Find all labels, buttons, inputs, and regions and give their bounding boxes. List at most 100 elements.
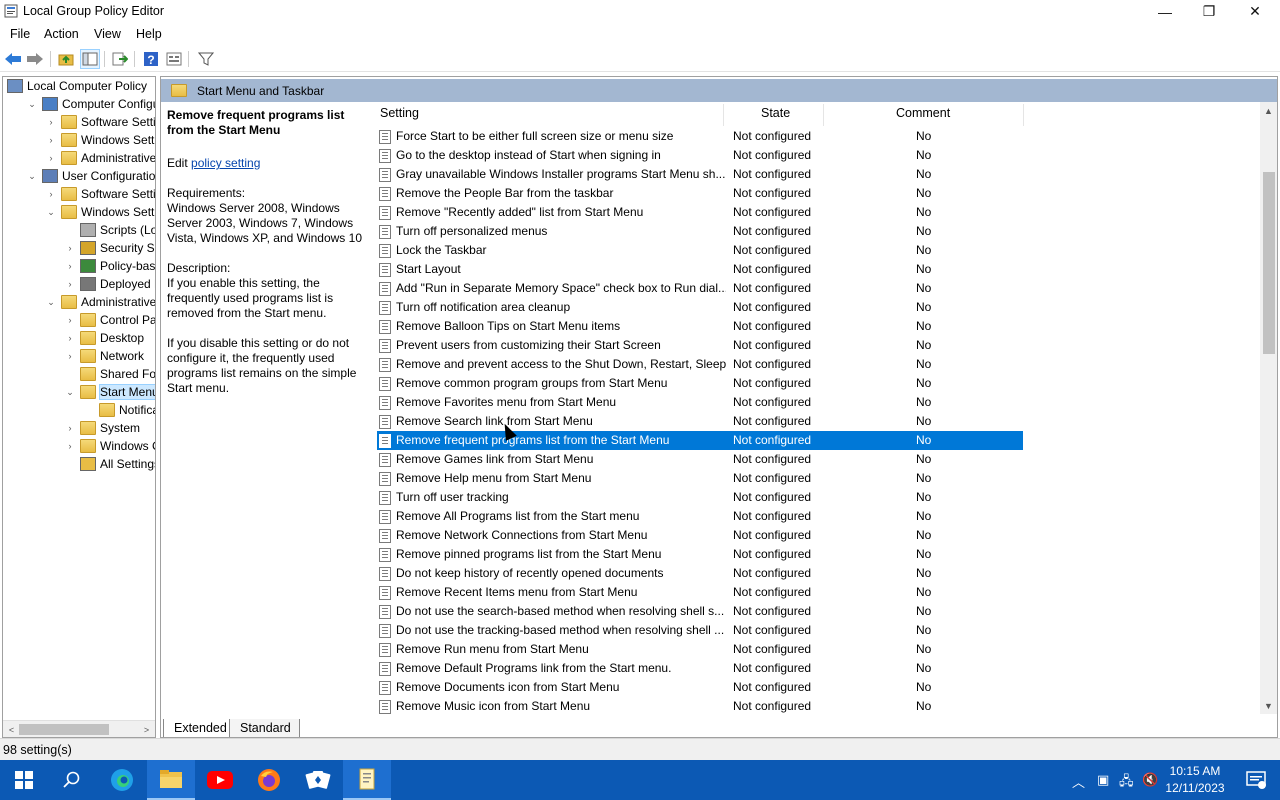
tree-item[interactable]: All Settings (64, 455, 155, 473)
up-folder-icon[interactable] (56, 49, 76, 69)
setting-row[interactable]: Remove Run menu from Start Menu Not confi… (377, 640, 1023, 659)
setting-row[interactable]: Remove Music icon from Start Menu Not con… (377, 697, 1023, 714)
menu-action[interactable]: Action (44, 27, 79, 41)
search-button[interactable] (48, 760, 96, 800)
setting-row[interactable]: Remove Documents icon from Start Menu Not… (377, 678, 1023, 697)
tree-item[interactable]: ⌄ Administrative Te (45, 293, 155, 311)
setting-row[interactable]: Turn off notification area cleanup Not co… (377, 298, 1023, 317)
firefox-taskbar-button[interactable] (245, 760, 293, 800)
expand-arrow-icon[interactable]: › (64, 242, 76, 254)
setting-row[interactable]: Remove common program groups from Start … (377, 374, 1023, 393)
start-button[interactable] (0, 760, 48, 800)
collapse-arrow-icon[interactable]: ⌄ (64, 386, 76, 398)
scroll-left-icon[interactable]: < (3, 721, 20, 737)
tree-item[interactable]: › Desktop (64, 329, 144, 347)
volume-muted-icon[interactable]: 🔇 (1142, 772, 1158, 788)
tree-item[interactable]: › Software Settings (45, 113, 155, 131)
tab-extended[interactable]: Extended (163, 719, 236, 737)
setting-row[interactable]: Remove the People Bar from the taskbar No… (377, 184, 1023, 203)
tree-item[interactable]: › Network (64, 347, 144, 365)
collapse-arrow-icon[interactable]: ⌄ (45, 206, 57, 218)
tree-item[interactable]: ⌄ Windows Setting (45, 203, 155, 221)
back-arrow-icon[interactable] (3, 49, 23, 69)
setting-row[interactable]: Remove frequent programs list from the S… (377, 431, 1023, 450)
tree-scroll-thumb[interactable] (19, 724, 109, 735)
tree-horizontal-scrollbar[interactable]: < > (3, 720, 155, 737)
setting-row[interactable]: Remove All Programs list from the Start … (377, 507, 1023, 526)
setting-row[interactable]: Remove and prevent access to the Shut Do… (377, 355, 1023, 374)
setting-row[interactable]: Go to the desktop instead of Start when … (377, 146, 1023, 165)
column-comment[interactable]: Comment (896, 106, 950, 120)
expand-arrow-icon[interactable]: › (45, 188, 57, 200)
setting-row[interactable]: Remove pinned programs list from the Sta… (377, 545, 1023, 564)
list-scroll-thumb[interactable] (1263, 172, 1275, 354)
tree-item[interactable]: ⌄ User Configuration (26, 167, 155, 185)
collapse-arrow-icon[interactable]: ⌄ (26, 170, 38, 182)
expand-arrow-icon[interactable]: › (45, 134, 57, 146)
list-vertical-scrollbar[interactable]: ▲ ▼ (1260, 102, 1277, 714)
policy-editor-taskbar-button[interactable] (343, 760, 391, 800)
expand-arrow-icon[interactable]: › (64, 314, 76, 326)
solitaire-taskbar-button[interactable] (294, 760, 342, 800)
scroll-up-icon[interactable]: ▲ (1260, 102, 1277, 119)
column-state[interactable]: State (761, 106, 790, 120)
device-icon[interactable]: ▣ (1097, 772, 1109, 788)
tree-item[interactable]: Local Computer Policy (7, 77, 147, 95)
tree-item[interactable]: › System (64, 419, 140, 437)
edge-taskbar-button[interactable] (98, 760, 146, 800)
close-button[interactable]: ✕ (1232, 0, 1278, 23)
tree-item[interactable]: › Policy-based (64, 257, 155, 275)
setting-row[interactable]: Remove Games link from Start Menu Not con… (377, 450, 1023, 469)
setting-row[interactable]: Remove Search link from Start Menu Not co… (377, 412, 1023, 431)
expand-arrow-icon[interactable]: › (64, 278, 76, 290)
setting-row[interactable]: Gray unavailable Windows Installer progr… (377, 165, 1023, 184)
filter-icon[interactable] (196, 49, 216, 69)
tree-item[interactable]: Scripts (Logon (64, 221, 155, 239)
restore-button[interactable]: ❐ (1186, 0, 1232, 23)
expand-arrow-icon[interactable]: › (45, 152, 57, 164)
action-center-button[interactable] (1232, 760, 1280, 800)
export-list-icon[interactable] (110, 49, 130, 69)
setting-row[interactable]: Remove Network Connections from Start Me… (377, 526, 1023, 545)
expand-arrow-icon[interactable]: › (64, 332, 76, 344)
menu-file[interactable]: File (10, 27, 30, 41)
tree-item[interactable]: › Deployed Prin (64, 275, 155, 293)
properties-icon[interactable] (164, 49, 184, 69)
tree-item[interactable]: Shared Folder (64, 365, 155, 383)
expand-arrow-icon[interactable]: › (64, 422, 76, 434)
setting-row[interactable]: Add "Run in Separate Memory Space" check… (377, 279, 1023, 298)
menu-help[interactable]: Help (136, 27, 162, 41)
setting-row[interactable]: Lock the Taskbar Not configured No (377, 241, 1023, 260)
show-hide-tree-icon[interactable] (80, 49, 100, 69)
scroll-right-icon[interactable]: > (138, 721, 155, 737)
setting-row[interactable]: Remove Recent Items menu from Start Menu… (377, 583, 1023, 602)
expand-arrow-icon[interactable]: › (64, 440, 76, 452)
setting-row[interactable]: Remove "Recently added" list from Start … (377, 203, 1023, 222)
setting-row[interactable]: Do not use the search-based method when … (377, 602, 1023, 621)
tree-item[interactable]: › Software Settings (45, 185, 155, 203)
scroll-down-icon[interactable]: ▼ (1260, 697, 1277, 714)
tree-item[interactable]: › Windows Cor (64, 437, 155, 455)
setting-row[interactable]: Turn off personalized menus Not configure… (377, 222, 1023, 241)
file-explorer-taskbar-button[interactable] (147, 760, 195, 800)
setting-row[interactable]: Do not keep history of recently opened d… (377, 564, 1023, 583)
setting-row[interactable]: Remove Favorites menu from Start Menu Not… (377, 393, 1023, 412)
setting-row[interactable]: Remove Default Programs link from the St… (377, 659, 1023, 678)
system-clock[interactable]: 10:15 AM 12/11/2023 (1160, 763, 1230, 797)
setting-row[interactable]: Remove Help menu from Start Menu Not conf… (377, 469, 1023, 488)
chevron-up-icon[interactable]: ︿ (1072, 772, 1085, 791)
help-icon[interactable]: ? (141, 49, 161, 69)
setting-row[interactable]: Prevent users from customizing their Sta… (377, 336, 1023, 355)
collapse-arrow-icon[interactable]: ⌄ (45, 296, 57, 308)
tree-item[interactable]: › Administrative Te (45, 149, 155, 167)
menu-view[interactable]: View (94, 27, 121, 41)
tree-item[interactable]: ⌄ Computer Configura (26, 95, 155, 113)
minimize-button[interactable]: — (1142, 0, 1188, 23)
tree-item[interactable]: Notificatio (83, 401, 155, 419)
tree-item[interactable]: › Control Panel (64, 311, 155, 329)
expand-arrow-icon[interactable]: › (45, 116, 57, 128)
collapse-arrow-icon[interactable]: ⌄ (26, 98, 38, 110)
setting-row[interactable]: Do not use the tracking-based method whe… (377, 621, 1023, 640)
tree-item[interactable]: › Windows Setting (45, 131, 155, 149)
expand-arrow-icon[interactable]: › (64, 350, 76, 362)
